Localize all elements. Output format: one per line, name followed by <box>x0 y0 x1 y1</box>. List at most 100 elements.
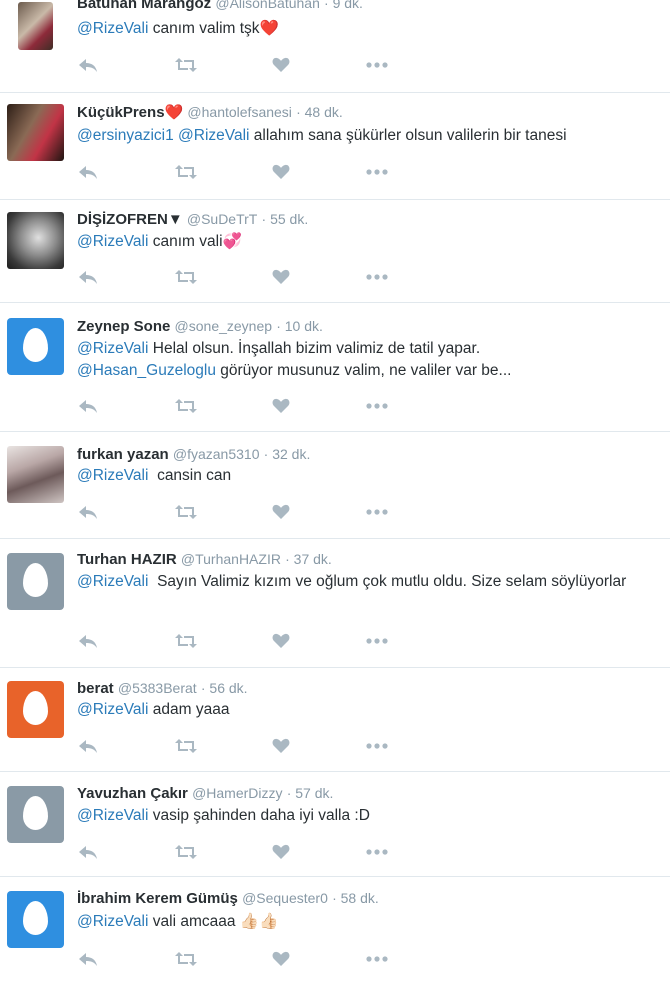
reply-icon[interactable] <box>78 56 98 74</box>
tweet-actions <box>78 268 398 286</box>
egg-icon <box>23 796 48 830</box>
heart-icon[interactable] <box>272 843 290 861</box>
heart-icon[interactable] <box>272 397 290 415</box>
user-handle[interactable]: @HamerDizzy <box>192 785 282 801</box>
retweet-icon[interactable] <box>174 503 198 521</box>
egg-icon <box>23 901 48 935</box>
reply-icon[interactable] <box>78 632 98 650</box>
tweet-item: furkan yazan @fyazan5310 · 32 dk. @RizeV… <box>0 432 670 539</box>
tweet-time[interactable]: · 56 dk. <box>201 680 248 696</box>
more-dots-icon[interactable] <box>366 397 388 415</box>
avatar[interactable] <box>7 318 64 375</box>
avatar[interactable] <box>7 104 64 161</box>
reply-icon[interactable] <box>78 950 98 968</box>
heart-icon[interactable] <box>272 632 290 650</box>
retweet-icon[interactable] <box>174 843 198 861</box>
heart-icon[interactable] <box>272 163 290 181</box>
avatar[interactable] <box>7 212 64 269</box>
mention-link[interactable]: @RizeVali <box>77 233 148 250</box>
user-name[interactable]: furkan yazan <box>77 446 169 463</box>
tweet-actions <box>78 843 398 861</box>
mention-link[interactable]: @RizeVali <box>77 467 148 484</box>
heart-icon[interactable] <box>272 56 290 74</box>
tweet-time[interactable]: · 57 dk. <box>287 785 334 801</box>
heart-icon[interactable] <box>272 268 290 286</box>
user-handle[interactable]: @Sequester0 <box>242 890 328 906</box>
tweet-item: İbrahim Kerem Gümüş @Sequester0 · 58 dk.… <box>0 877 670 986</box>
user-handle[interactable]: @fyazan5310 <box>173 446 260 462</box>
mention-link[interactable]: @RizeVali <box>77 807 148 824</box>
mention-link[interactable]: @ersinyazici1 <box>77 127 174 144</box>
tweet-text: @ersinyazici1 @RizeVali allahım sana şük… <box>77 127 567 144</box>
mention-link[interactable]: @RizeVali <box>77 20 148 37</box>
tweet-time[interactable]: · 9 dk. <box>324 0 363 11</box>
user-name[interactable]: KüçükPrens <box>77 104 165 121</box>
mention-link[interactable]: @RizeVali <box>77 573 148 590</box>
user-handle[interactable]: @sone_zeynep <box>175 318 273 334</box>
user-handle[interactable]: @AlisonBatuhan <box>215 0 320 11</box>
tweet-time[interactable]: · 32 dk. <box>264 446 311 462</box>
tweet-time[interactable]: · 48 dk. <box>296 104 343 120</box>
more-dots-icon[interactable] <box>366 737 388 755</box>
retweet-icon[interactable] <box>174 737 198 755</box>
avatar[interactable] <box>7 891 64 948</box>
reply-icon[interactable] <box>78 397 98 415</box>
reply-icon[interactable] <box>78 163 98 181</box>
reply-icon[interactable] <box>78 843 98 861</box>
tweet-time[interactable]: · 37 dk. <box>285 551 332 567</box>
reply-icon[interactable] <box>78 503 98 521</box>
user-name[interactable]: Turhan HAZIR <box>77 551 177 568</box>
user-handle[interactable]: @SuDeTrT <box>187 211 257 227</box>
avatar[interactable] <box>7 553 64 610</box>
mention-link[interactable]: @Hasan_Guzeloglu <box>77 362 216 379</box>
retweet-icon[interactable] <box>174 56 198 74</box>
more-dots-icon[interactable] <box>366 56 388 74</box>
tweet-actions <box>78 737 398 755</box>
user-name[interactable]: berat <box>77 680 114 697</box>
user-handle[interactable]: @TurhanHAZIR <box>181 551 281 567</box>
tweet-actions <box>78 163 398 181</box>
heart-icon[interactable] <box>272 950 290 968</box>
tweet-time[interactable]: · 55 dk. <box>262 211 309 227</box>
avatar[interactable] <box>7 446 64 503</box>
more-dots-icon[interactable] <box>366 163 388 181</box>
retweet-icon[interactable] <box>174 163 198 181</box>
mention-link[interactable]: @RizeVali <box>178 127 249 144</box>
heart-icon[interactable] <box>272 503 290 521</box>
more-dots-icon[interactable] <box>366 632 388 650</box>
more-dots-icon[interactable] <box>366 950 388 968</box>
user-name[interactable]: DİŞİZOFREN▼ <box>77 211 183 228</box>
more-dots-icon[interactable] <box>366 503 388 521</box>
avatar[interactable] <box>7 681 64 738</box>
user-handle[interactable]: @5383Berat <box>118 680 197 696</box>
user-name[interactable]: İbrahim Kerem Gümüş <box>77 890 238 907</box>
retweet-icon[interactable] <box>174 397 198 415</box>
more-dots-icon[interactable] <box>366 268 388 286</box>
tweet-item: DİŞİZOFREN▼ @SuDeTrT · 55 dk. @RizeVali … <box>0 200 670 303</box>
egg-icon <box>23 563 48 597</box>
retweet-icon[interactable] <box>174 632 198 650</box>
retweet-icon[interactable] <box>174 268 198 286</box>
heart-icon[interactable] <box>272 737 290 755</box>
user-name[interactable]: Batuhan Marangoz <box>77 0 211 12</box>
tweet-text: @RizeVali Sayın Valimiz kızım ve oğlum ç… <box>77 573 627 590</box>
user-name[interactable]: Yavuzhan Çakır <box>77 785 188 802</box>
reply-icon[interactable] <box>78 268 98 286</box>
tweet-time[interactable]: · 10 dk. <box>276 318 323 334</box>
tweet-text: @RizeVali canım valim tşk❤️ <box>77 20 279 37</box>
mention-link[interactable]: @RizeVali <box>77 340 148 357</box>
reply-icon[interactable] <box>78 737 98 755</box>
mention-link[interactable]: @RizeVali <box>77 701 148 718</box>
mention-link[interactable]: @RizeVali <box>77 913 148 930</box>
avatar[interactable] <box>18 2 53 50</box>
tweet-item: Zeynep Sone @sone_zeynep · 10 dk. @RizeV… <box>0 303 670 432</box>
tweet-text: @RizeVali cansin can <box>77 467 232 484</box>
retweet-icon[interactable] <box>174 950 198 968</box>
tweet-text: @RizeVali Helal olsun. İnşallah bizim va… <box>77 340 512 379</box>
user-handle[interactable]: @hantolefsanesi <box>187 104 292 120</box>
tweet-time[interactable]: · 58 dk. <box>332 890 379 906</box>
tweet-item: Batuhan Marangoz @AlisonBatuhan · 9 dk. … <box>0 0 670 93</box>
avatar[interactable] <box>7 786 64 843</box>
user-name[interactable]: Zeynep Sone <box>77 318 170 335</box>
more-dots-icon[interactable] <box>366 843 388 861</box>
